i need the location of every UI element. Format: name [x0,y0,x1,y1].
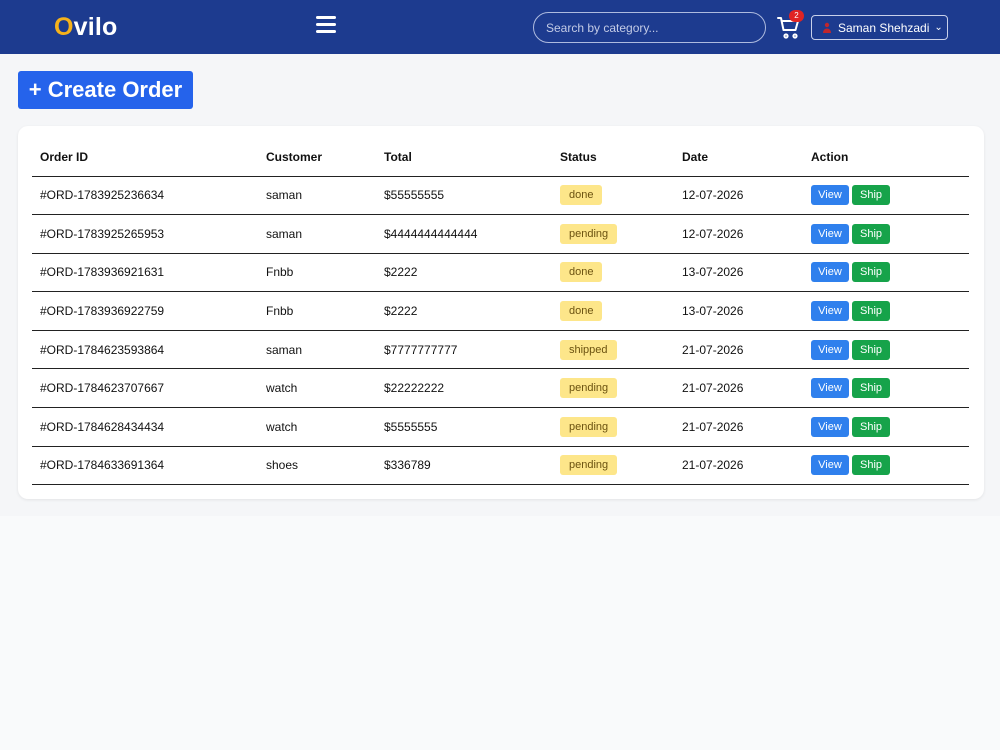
table-row: #ORD-1784633691364 shoes $336789 pending… [32,446,969,486]
table-row: #ORD-1783936922759 Fnbb $2222 done 13-07… [32,291,969,331]
view-button[interactable]: View [811,223,849,244]
view-button[interactable]: View [811,262,849,283]
view-button[interactable]: View [811,378,849,399]
table-header-row: Order ID Customer Total Status Date Acti… [32,138,969,177]
logo-initial: O [54,13,74,41]
status-badge: done [560,301,603,322]
user-name: Saman Shehzadi [838,20,930,35]
table-row: #ORD-1783925236634 saman $55555555 done … [32,176,969,216]
order-id-cell: #ORD-1784633691364 [32,446,258,486]
status-badge: shipped [560,339,617,360]
customer-cell: Fnbb [258,253,376,293]
customer-cell: saman [258,330,376,370]
ship-button[interactable]: Ship [852,262,890,283]
view-button[interactable]: View [811,301,849,322]
date-cell: 21-07-2026 [674,330,803,370]
table-row: #ORD-1783936921631 Fnbb $2222 done 13-07… [32,253,969,293]
hamburger-menu-icon[interactable] [316,16,336,34]
ship-button[interactable]: Ship [852,416,890,437]
view-button[interactable]: View [811,185,849,206]
order-id-cell: #ORD-1784623593864 [32,330,258,370]
status-badge: pending [560,378,618,399]
user-icon [823,22,831,33]
table-row: #ORD-1784623707667 watch $22222222 pendi… [32,368,969,409]
table-row: #ORD-1784623593864 saman $7777777777 shi… [32,330,969,370]
customer-cell: saman [258,214,376,254]
header-order-id: Order ID [32,138,258,177]
customer-cell: shoes [258,446,376,486]
header-status: Status [552,138,674,177]
ship-button[interactable]: Ship [852,339,890,360]
cart-count-badge: 2 [789,10,804,22]
ship-button[interactable]: Ship [852,185,890,206]
view-button[interactable]: View [811,416,849,437]
order-id-cell: #ORD-1783936921631 [32,253,258,293]
header-total: Total [376,138,552,177]
total-cell: $2222 [376,253,552,293]
view-button[interactable]: View [811,339,849,360]
header-action: Action [803,138,969,177]
order-id-cell: #ORD-1783936922759 [32,291,258,331]
user-menu-button[interactable]: Saman Shehzadi ⌄ [811,15,948,40]
order-id-cell: #ORD-1783925265953 [32,214,258,254]
view-button[interactable]: View [811,455,849,476]
ship-button[interactable]: Ship [852,301,890,322]
total-cell: $7777777777 [376,330,552,370]
status-badge: pending [560,455,618,476]
ship-button[interactable]: Ship [852,455,890,476]
order-id-cell: #ORD-1783925236634 [32,176,258,216]
order-id-cell: #ORD-1784628434434 [32,407,258,447]
ship-button[interactable]: Ship [852,223,890,244]
date-cell: 12-07-2026 [674,176,803,216]
chevron-down-icon: ⌄ [934,22,943,33]
total-cell: $5555555 [376,407,552,447]
date-cell: 12-07-2026 [674,214,803,254]
status-badge: done [560,185,603,206]
date-cell: 21-07-2026 [674,446,803,486]
table-row: #ORD-1784628434434 watch $5555555 pendin… [32,407,969,447]
date-cell: 13-07-2026 [674,291,803,331]
customer-cell: watch [258,407,376,447]
status-badge: pending [560,416,618,437]
total-cell: $4444444444444 [376,214,552,254]
customer-cell: saman [258,176,376,216]
status-badge: done [560,262,603,283]
date-cell: 21-07-2026 [674,368,803,409]
total-cell: $22222222 [376,368,552,409]
search-input[interactable] [533,12,766,43]
top-navbar: Ovilo 2 Saman Shehzadi ⌄ [0,0,1000,54]
create-order-button[interactable]: + Create Order [18,71,193,109]
orders-table: Order ID Customer Total Status Date Acti… [32,138,969,486]
table-row: #ORD-1783925265953 saman $4444444444444 … [32,214,969,254]
page-footer-area [0,516,1000,750]
total-cell: $336789 [376,446,552,486]
ship-button[interactable]: Ship [852,378,890,399]
date-cell: 21-07-2026 [674,407,803,447]
brand-logo[interactable]: Ovilo [54,13,118,41]
header-date: Date [674,138,803,177]
total-cell: $2222 [376,291,552,331]
order-id-cell: #ORD-1784623707667 [32,368,258,409]
status-badge: pending [560,223,618,244]
orders-card: Order ID Customer Total Status Date Acti… [18,126,984,499]
date-cell: 13-07-2026 [674,253,803,293]
customer-cell: Fnbb [258,291,376,331]
logo-text: vilo [73,13,118,41]
total-cell: $55555555 [376,176,552,216]
header-customer: Customer [258,138,376,177]
customer-cell: watch [258,368,376,409]
